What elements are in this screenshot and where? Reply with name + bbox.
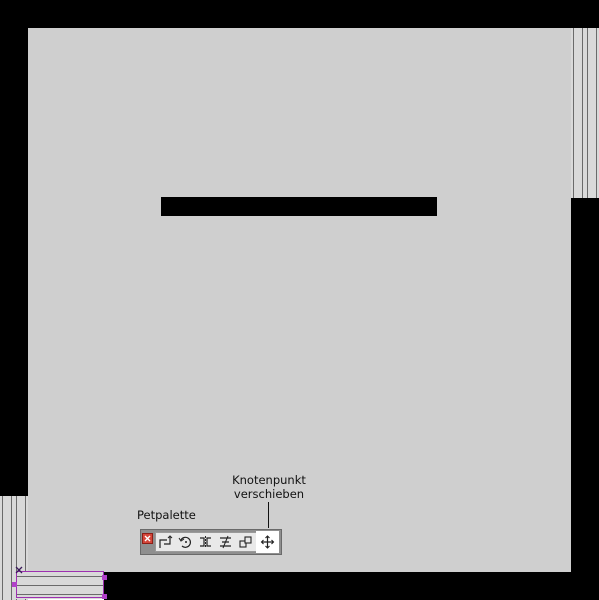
rotate-button[interactable] xyxy=(176,533,195,551)
move-node-button[interactable] xyxy=(256,531,279,553)
offset-edge-icon xyxy=(159,535,173,548)
click-point-x-icon xyxy=(15,566,23,574)
wall-bottom[interactable] xyxy=(104,572,571,600)
selection-outline xyxy=(16,571,104,598)
close-icon[interactable] xyxy=(142,533,153,544)
mirror-icon xyxy=(200,536,211,548)
align-icon xyxy=(220,535,231,549)
pet-palette-label: Petpalette xyxy=(137,508,196,522)
wall-top[interactable] xyxy=(0,0,599,28)
selection-node-left[interactable] xyxy=(12,582,17,587)
move-node-icon xyxy=(260,535,275,549)
callout-leader-line xyxy=(268,502,269,528)
offset-edge-button[interactable] xyxy=(156,533,175,551)
move-node-label-line2: verschieben xyxy=(233,487,305,501)
selection-node-right[interactable] xyxy=(102,575,107,580)
window-right[interactable] xyxy=(571,28,599,198)
rotate-icon xyxy=(178,536,191,548)
align-button[interactable] xyxy=(216,533,235,551)
move-node-label-line1: Knotenpunkt xyxy=(232,473,306,487)
copy-move-button[interactable] xyxy=(236,533,255,551)
selection-node-bottom[interactable] xyxy=(102,594,107,599)
copy-move-icon xyxy=(239,536,252,548)
move-node-label: Knotenpunkt verschieben xyxy=(212,473,326,501)
wall-left[interactable] xyxy=(0,28,28,496)
floor-plan-canvas[interactable]: Petpalette Knotenpunkt verschieben xyxy=(0,0,599,600)
wall-right[interactable] xyxy=(571,198,599,600)
mirror-button[interactable] xyxy=(196,533,215,551)
inner-wall[interactable] xyxy=(161,197,437,216)
